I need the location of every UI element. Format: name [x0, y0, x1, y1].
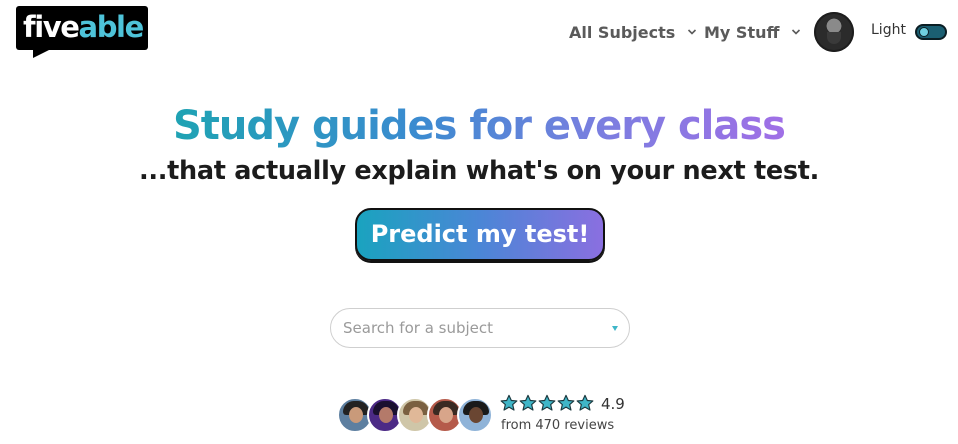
all-subjects-label: All Subjects [569, 22, 676, 42]
subject-search-field[interactable]: Search for a subject [330, 308, 630, 348]
review-count: from 470 reviews [501, 418, 615, 433]
rating-block: 4.9 from 470 reviews [500, 394, 625, 433]
predict-test-button[interactable]: Predict my test! [355, 208, 605, 261]
hero-headline: Study guides for every class [173, 103, 786, 149]
fiveable-logo[interactable]: fiveable [16, 6, 148, 50]
star-icon [557, 394, 575, 411]
logo-speech-tail [33, 48, 53, 58]
theme-label: Light [871, 22, 906, 38]
star-icon [519, 394, 537, 411]
search-placeholder: Search for a subject [343, 319, 494, 337]
reviewer-avatar [457, 397, 493, 433]
dropdown-caret-icon[interactable] [612, 326, 618, 331]
star-icon [500, 394, 518, 411]
my-stuff-menu[interactable]: My Stuff [704, 21, 801, 43]
chevron-down-icon [688, 29, 697, 35]
my-stuff-label: My Stuff [704, 22, 780, 42]
reviewer-avatars [337, 397, 497, 437]
logo-wordmark: fiveable [23, 10, 144, 44]
rating-value: 4.9 [601, 395, 625, 413]
theme-toggle[interactable] [915, 24, 947, 40]
hero-subheadline: ...that actually explain what's on your … [138, 156, 820, 186]
chevron-down-icon [792, 29, 801, 35]
toggle-knob [919, 27, 929, 37]
all-subjects-menu[interactable]: All Subjects [569, 21, 697, 43]
star-icon [538, 394, 556, 411]
user-avatar[interactable] [814, 12, 854, 52]
star-icon [576, 394, 594, 411]
star-rating [500, 394, 594, 412]
